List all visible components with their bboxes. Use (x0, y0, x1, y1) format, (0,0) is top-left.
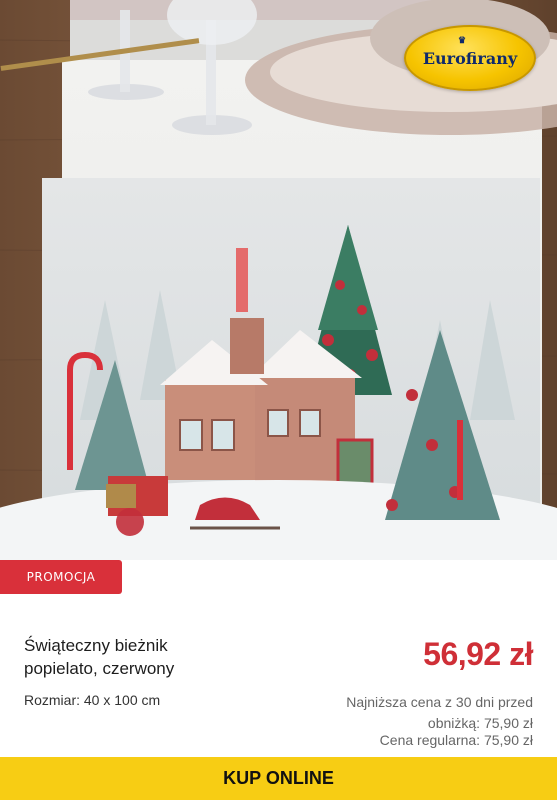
promo-badge: PROMOCJA (0, 560, 122, 594)
brand-logo[interactable]: ♛ Eurofirany (404, 25, 536, 91)
product-price: 56,92 zł (423, 636, 533, 672)
product-title-line-2: popielato, czerwony (24, 659, 175, 678)
lowest-price-note: Najniższa cena z 30 dni przed obniżką: 7… (346, 694, 533, 731)
product-size: Rozmiar: 40 x 100 cm (24, 692, 161, 708)
regular-price: Cena regularna: 75,90 zł (379, 732, 533, 748)
crown-icon: ♛ (458, 36, 467, 46)
eurofirany-logo-icon: Eurofirany (422, 48, 518, 68)
product-title: Świąteczny bieżnik popielato, czerwony (24, 634, 174, 680)
product-title-line-1: Świąteczny bieżnik (24, 636, 168, 655)
product-image[interactable]: ♛ Eurofirany (0, 0, 557, 560)
buy-online-button[interactable]: KUP ONLINE (0, 757, 557, 800)
